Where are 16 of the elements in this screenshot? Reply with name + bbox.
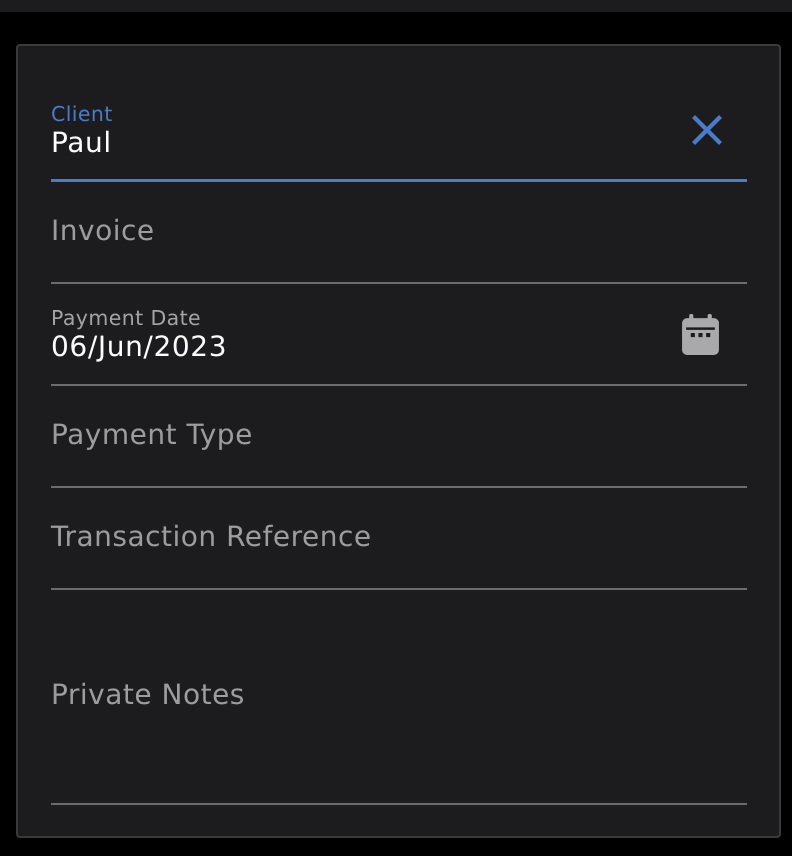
field-label: Payment Date [51, 306, 202, 330]
calendar-icon[interactable] [682, 314, 719, 354]
field-label: Payment Type [51, 418, 253, 452]
close-icon[interactable] [692, 114, 722, 144]
text-field[interactable]: Payment Type [51, 386, 747, 488]
field-label: Client [51, 102, 113, 126]
text-field[interactable]: Invoice [51, 182, 747, 284]
text-field[interactable]: Transaction Reference [51, 488, 747, 590]
text-field[interactable]: Client Paul [51, 80, 747, 182]
field-label: Transaction Reference [51, 520, 372, 554]
date-field[interactable]: Payment Date 06/Jun/2023 [51, 284, 747, 386]
field-label: Invoice [51, 214, 155, 248]
field-label: Private Notes [51, 678, 245, 712]
field-value: 06/Jun/2023 [51, 330, 228, 364]
notes-field[interactable]: Private Notes [51, 590, 747, 805]
field-value: Paul [51, 126, 112, 160]
